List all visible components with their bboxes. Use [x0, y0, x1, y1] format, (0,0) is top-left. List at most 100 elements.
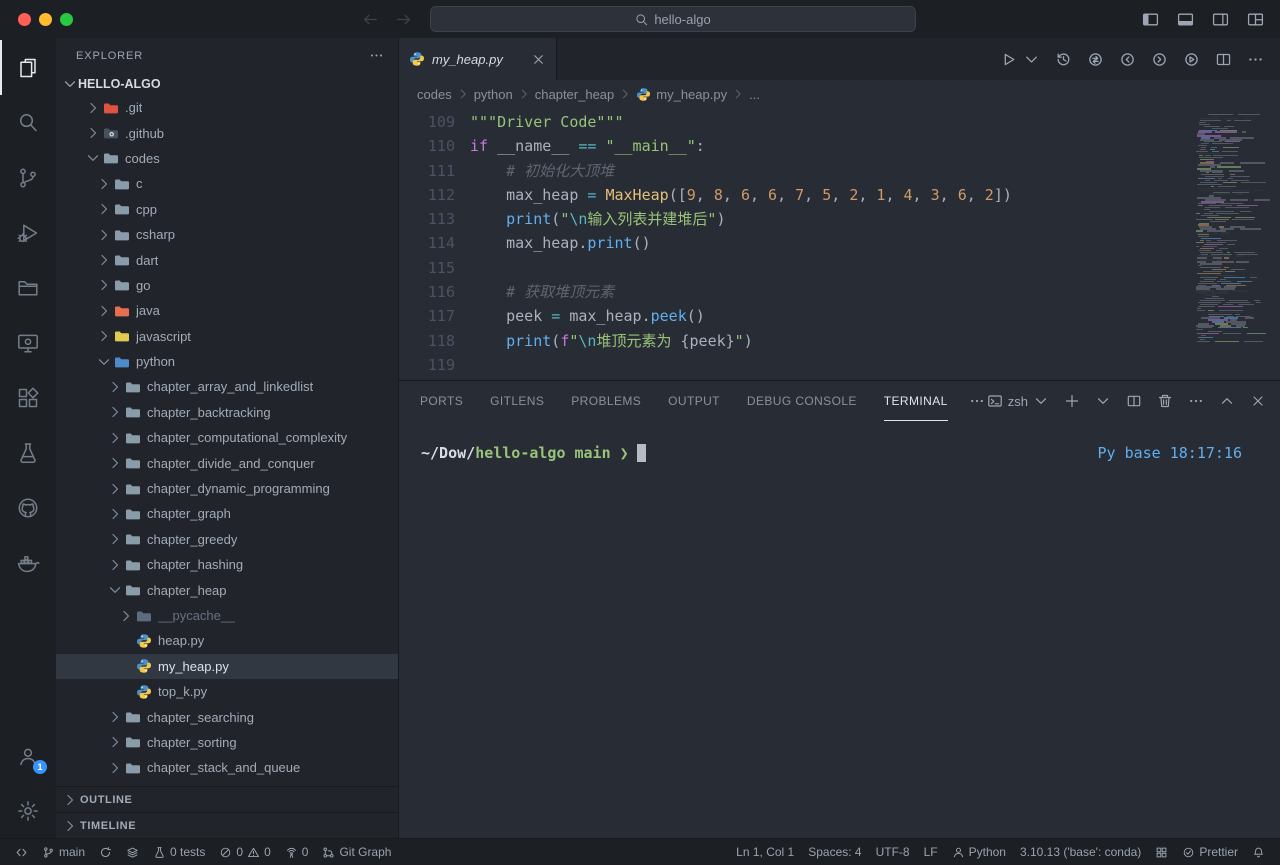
status-gitlens-status[interactable] — [119, 839, 146, 865]
status-encoding[interactable]: UTF-8 — [869, 839, 917, 865]
close-icon[interactable] — [531, 52, 546, 67]
activity-github[interactable] — [0, 480, 56, 535]
code-line[interactable]: 118 print(f"\n堆顶元素为 {peek}") — [399, 329, 1280, 353]
tree-item-java[interactable]: java — [56, 298, 398, 323]
status-cursor-position[interactable]: Ln 1, Col 1 — [729, 839, 801, 865]
tree-item-.github[interactable]: .github — [56, 120, 398, 145]
activity-accounts[interactable]: 1 — [0, 728, 56, 783]
launch-profile[interactable] — [1095, 393, 1111, 409]
navigate-back[interactable] — [362, 11, 379, 28]
maximize-panel[interactable] — [1219, 393, 1235, 409]
kill-terminal[interactable] — [1157, 393, 1173, 409]
breadcrumb-item[interactable]: chapter_heap — [535, 87, 615, 102]
panel-tab-problems[interactable]: PROBLEMS — [571, 381, 641, 421]
close-panel[interactable] — [1250, 393, 1266, 409]
timeline-section[interactable]: TIMELINE — [56, 812, 398, 838]
outline-section[interactable]: OUTLINE — [56, 786, 398, 812]
tree-item-my_heap.py[interactable]: my_heap.py — [56, 654, 398, 679]
breadcrumb-item[interactable]: python — [474, 87, 513, 102]
status-remote-window[interactable] — [8, 839, 35, 865]
close-window-button[interactable] — [18, 13, 31, 26]
status-language-mode[interactable]: Python — [945, 839, 1013, 865]
tree-item-.git[interactable]: .git — [56, 95, 398, 120]
status-forwarded-ports[interactable]: 0 — [278, 839, 316, 865]
code-line[interactable]: 117 peek = max_heap.peek() — [399, 304, 1280, 328]
tree-item-chapter_heap[interactable]: chapter_heap — [56, 577, 398, 602]
shell-selector[interactable]: zsh — [987, 393, 1049, 409]
tree-item-__pycache__[interactable]: __pycache__ — [56, 603, 398, 628]
tree-item-chapter_divide_and_conquer[interactable]: chapter_divide_and_conquer — [56, 450, 398, 475]
new-terminal[interactable] — [1064, 393, 1080, 409]
panel-tab-output[interactable]: OUTPUT — [668, 381, 720, 421]
code-line[interactable]: 110if __name__ == "__main__": — [399, 134, 1280, 158]
status-python-interpreter[interactable]: 3.10.13 ('base': conda) — [1013, 839, 1148, 865]
tree-item-chapter_dynamic_programming[interactable]: chapter_dynamic_programming — [56, 476, 398, 501]
open-changes[interactable] — [1087, 51, 1104, 68]
code-line[interactable]: 115 — [399, 256, 1280, 280]
breadcrumb-item[interactable]: my_heap.py — [636, 87, 727, 102]
tree-item-chapter_array_and_linkedlist[interactable]: chapter_array_and_linkedlist — [56, 374, 398, 399]
project-root[interactable]: HELLO-ALGO — [56, 73, 398, 95]
activity-remote-explorer[interactable] — [0, 315, 56, 370]
panel-more-tabs[interactable] — [969, 393, 985, 409]
split-terminal[interactable] — [1126, 393, 1142, 409]
tree-item-heap.py[interactable]: heap.py — [56, 628, 398, 653]
previous-change[interactable] — [1119, 51, 1136, 68]
run-or-debug[interactable] — [1183, 51, 1200, 68]
breadcrumb-item[interactable]: ... — [749, 87, 760, 102]
panel-tab-gitlens[interactable]: GITLENS — [490, 381, 544, 421]
tree-item-go[interactable]: go — [56, 273, 398, 298]
activity-settings[interactable] — [0, 783, 56, 838]
run-options[interactable] — [1023, 51, 1040, 68]
status-indentation[interactable]: Spaces: 4 — [801, 839, 868, 865]
tab-my-heap-py[interactable]: my_heap.py — [399, 38, 557, 80]
panel-tab-debug-console[interactable]: DEBUG CONSOLE — [747, 381, 857, 421]
tree-item-chapter_hashing[interactable]: chapter_hashing — [56, 552, 398, 577]
tree-item-chapter_stack_and_queue[interactable]: chapter_stack_and_queue — [56, 755, 398, 780]
status-tests[interactable]: 0 tests — [146, 839, 212, 865]
tree-item-cpp[interactable]: cpp — [56, 197, 398, 222]
activity-extensions[interactable] — [0, 370, 56, 425]
tree-item-chapter_graph[interactable]: chapter_graph — [56, 501, 398, 526]
toggle-secondary-sidebar[interactable] — [1212, 11, 1229, 28]
tree-item-top_k.py[interactable]: top_k.py — [56, 679, 398, 704]
toggle-primary-sidebar[interactable] — [1142, 11, 1159, 28]
terminal[interactable]: ~/Dow/hello-algomain❯ Py base 18:17:16 — [399, 421, 1280, 838]
navigate-forward[interactable] — [395, 11, 412, 28]
split-editor[interactable] — [1215, 51, 1232, 68]
minimap[interactable] — [1196, 114, 1270, 343]
code-line[interactable]: 111 # 初始化大顶堆 — [399, 159, 1280, 183]
status-notifications[interactable] — [1245, 839, 1272, 865]
activity-search[interactable] — [0, 95, 56, 150]
toggle-panel[interactable] — [1177, 11, 1194, 28]
tree-item-chapter_searching[interactable]: chapter_searching — [56, 704, 398, 729]
zoom-window-button[interactable] — [60, 13, 73, 26]
breadcrumb-item[interactable]: codes — [417, 87, 452, 102]
activity-run-and-debug[interactable] — [0, 205, 56, 260]
tree-item-chapter_backtracking[interactable]: chapter_backtracking — [56, 400, 398, 425]
activity-testing[interactable] — [0, 425, 56, 480]
code-line[interactable]: 119 — [399, 353, 1280, 377]
panel-tab-terminal[interactable]: TERMINAL — [884, 381, 948, 421]
customize-layout[interactable] — [1247, 11, 1264, 28]
status-prettier[interactable]: Prettier — [1175, 839, 1245, 865]
code-line[interactable]: 112 max_heap = MaxHeap([9, 8, 6, 6, 7, 5… — [399, 183, 1280, 207]
tree-item-codes[interactable]: codes — [56, 146, 398, 171]
panel-more-actions[interactable] — [1188, 393, 1204, 409]
code-line[interactable]: 114 max_heap.print() — [399, 231, 1280, 255]
status-problems[interactable]: 00 — [212, 839, 277, 865]
tree-item-javascript[interactable]: javascript — [56, 324, 398, 349]
activity-docker[interactable] — [0, 535, 56, 590]
tree-item-dart[interactable]: dart — [56, 247, 398, 272]
activity-explorer[interactable] — [0, 40, 56, 95]
next-change[interactable] — [1151, 51, 1168, 68]
panel-tab-ports[interactable]: PORTS — [420, 381, 463, 421]
code-editor[interactable]: 109"""Driver Code"""110if __name__ == "_… — [399, 108, 1280, 380]
tree-item-chapter_greedy[interactable]: chapter_greedy — [56, 527, 398, 552]
status-sync-changes[interactable] — [92, 839, 119, 865]
code-line[interactable]: 116 # 获取堆顶元素 — [399, 280, 1280, 304]
tree-item-chapter_computational_complexity[interactable]: chapter_computational_complexity — [56, 425, 398, 450]
tree-item-chapter_sorting[interactable]: chapter_sorting — [56, 730, 398, 755]
explorer-actions[interactable] — [369, 48, 384, 63]
command-center[interactable]: hello-algo — [430, 6, 916, 32]
